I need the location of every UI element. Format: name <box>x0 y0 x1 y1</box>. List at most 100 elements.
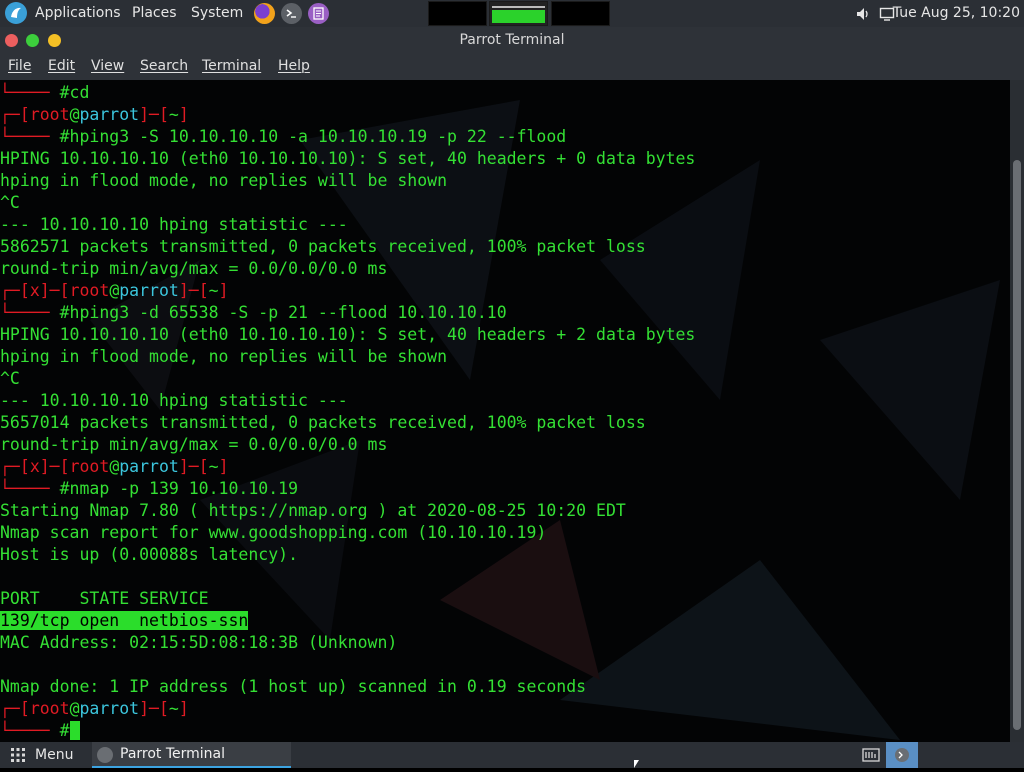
volume-icon[interactable] <box>855 6 871 22</box>
terminal-icon[interactable] <box>281 3 302 24</box>
terminal-line: └──── #hping3 -d 65538 -S -p 21 --flood … <box>0 302 1010 324</box>
firefox-icon[interactable] <box>254 3 275 24</box>
terminal-line: └──── #nmap -p 139 10.10.10.19 <box>0 478 1010 500</box>
prompt-user: root <box>69 281 110 300</box>
terminal-line: ┌─[x]─[root@parrot]─[~] <box>0 456 1010 478</box>
output-text: hping in flood mode, no replies will be … <box>0 347 448 366</box>
terminal-line: MAC Address: 02:15:5D:08:18:3B (Unknown) <box>0 632 1010 654</box>
command-text: hping3 -d 65538 -S -p 21 --flood 10.10.1… <box>69 303 507 322</box>
prompt-bracket: [ <box>59 281 70 300</box>
output-text: --- 10.10.10.10 hping statistic --- <box>0 391 348 410</box>
menu-edit[interactable]: Edit <box>48 58 75 74</box>
text-editor-icon[interactable] <box>308 3 329 24</box>
terminal-line: ┌─[root@parrot]─[~] <box>0 104 1010 126</box>
output-text: MAC Address: 02:15:5D:08:18:3B (Unknown) <box>0 633 398 652</box>
output-text: round-trip min/avg/max = 0.0/0.0/0.0 ms <box>0 435 388 454</box>
prompt-arrow: └──── <box>0 127 60 146</box>
terminal-scrollbar[interactable] <box>1010 80 1024 742</box>
prompt-corner: ┌─ <box>0 457 20 476</box>
parrot-logo-icon[interactable] <box>5 2 27 24</box>
output-text: Host is up (0.00088s latency). <box>0 545 299 564</box>
terminal-line: ┌─[root@parrot]─[~] <box>0 698 1010 720</box>
output-text: hping in flood mode, no replies will be … <box>0 171 448 190</box>
system-menu[interactable]: System <box>191 0 243 27</box>
terminal-lines: └──── #cd ┌─[root@parrot]─[~] └──── #hping… <box>0 82 1010 742</box>
terminal-output[interactable]: └──── #cd ┌─[root@parrot]─[~] └──── #hping… <box>0 80 1010 742</box>
scrollbar-thumb[interactable] <box>1013 160 1021 730</box>
terminal-line: hping in flood mode, no replies will be … <box>0 346 1010 368</box>
text-cursor <box>69 721 80 740</box>
prompt-arrow: └──── <box>0 479 60 498</box>
prompt-bracket: ]─[ <box>139 105 169 124</box>
terminal-line: --- 10.10.10.10 hping statistic --- <box>0 390 1010 412</box>
prompt-user: root <box>69 457 110 476</box>
prompt-dir: ~ <box>208 457 219 476</box>
prompt-host: parrot <box>79 699 140 718</box>
terminal-line: ^C <box>0 192 1010 214</box>
command-text: nmap -p 139 10.10.10.19 <box>69 479 299 498</box>
output-text: ^C <box>0 193 20 212</box>
menu-view[interactable]: View <box>91 58 124 74</box>
prompt-at: @ <box>109 457 120 476</box>
prompt-hash: # <box>59 83 70 102</box>
prompt-arrow: └──── <box>0 303 60 322</box>
menu-help[interactable]: Help <box>278 58 310 74</box>
output-text: --- 10.10.10.10 hping statistic --- <box>0 215 348 234</box>
start-menu-button[interactable]: Menu <box>35 742 73 768</box>
workspace-1[interactable] <box>428 1 487 26</box>
prompt-at: @ <box>69 105 80 124</box>
terminal-line: round-trip min/avg/max = 0.0/0.0/0.0 ms <box>0 258 1010 280</box>
places-menu[interactable]: Places <box>132 0 177 27</box>
clock[interactable]: Tue Aug 25, 10:20 <box>893 0 1020 27</box>
output-text: Nmap scan report for www.goodshopping.co… <box>0 523 547 542</box>
terminal-line: Host is up (0.00088s latency). <box>0 544 1010 566</box>
menu-terminal[interactable]: Terminal <box>202 58 261 74</box>
prompt-host: parrot <box>119 281 179 300</box>
prompt-bracket: ]─ <box>39 457 60 476</box>
applications-menu[interactable]: Applications <box>35 0 121 27</box>
prompt-error-mark: x <box>29 457 40 476</box>
menu-file[interactable]: File <box>8 58 31 74</box>
command-text: cd <box>69 83 90 102</box>
show-desktop-button[interactable] <box>886 742 918 768</box>
output-text: 5862571 packets transmitted, 0 packets r… <box>0 237 646 256</box>
workspace-3[interactable] <box>551 1 610 26</box>
top-panel: Applications Places System Tue Aug 25, 1… <box>0 0 1024 27</box>
prompt-arrow: └──── <box>0 721 60 740</box>
terminal-line: └──── # <box>0 720 1010 742</box>
terminal-line: round-trip min/avg/max = 0.0/0.0/0.0 ms <box>0 434 1010 456</box>
highlighted-output: 139/tcp open netbios-ssn <box>0 611 249 630</box>
taskbar-item-parrot-terminal[interactable]: Parrot Terminal <box>92 742 291 768</box>
prompt-bracket: [ <box>19 457 30 476</box>
prompt-at: @ <box>109 281 120 300</box>
prompt-dir: ~ <box>168 105 179 124</box>
menu-grid-icon[interactable] <box>10 747 26 763</box>
terminal-task-icon <box>97 747 113 763</box>
workspace-2[interactable] <box>489 1 548 26</box>
output-text: HPING 10.10.10.10 (eth0 10.10.10.10): S … <box>0 325 696 344</box>
prompt-at: @ <box>69 699 80 718</box>
taskbar-item-label: Parrot Terminal <box>120 746 226 762</box>
prompt-bracket: ] <box>218 457 229 476</box>
terminal-line: └──── #hping3 -S 10.10.10.10 -a 10.10.10… <box>0 126 1010 148</box>
prompt-host: parrot <box>119 457 179 476</box>
terminal-line: PORT STATE SERVICE <box>0 588 1010 610</box>
prompt-bracket: [ <box>19 105 30 124</box>
menu-search[interactable]: Search <box>140 58 188 74</box>
prompt-user: root <box>29 105 70 124</box>
prompt-bracket: ]─ <box>39 281 60 300</box>
terminal-line: Nmap scan report for www.goodshopping.co… <box>0 522 1010 544</box>
output-text: round-trip min/avg/max = 0.0/0.0/0.0 ms <box>0 259 388 278</box>
prompt-error-mark: x <box>29 281 40 300</box>
bottom-panel: Menu Parrot Terminal <box>0 742 1024 768</box>
terminal-line: └──── #cd <box>0 82 1010 104</box>
prompt-host: parrot <box>79 105 140 124</box>
prompt-bracket: ]─[ <box>178 281 209 300</box>
output-text: Nmap done: 1 IP address (1 host up) scan… <box>0 677 587 696</box>
network-icon[interactable] <box>862 747 880 763</box>
prompt-dir: ~ <box>208 281 219 300</box>
prompt-bracket: ]─[ <box>139 699 169 718</box>
prompt-hash: # <box>59 479 70 498</box>
terminal-line: HPING 10.10.10.10 (eth0 10.10.10.10): S … <box>0 324 1010 346</box>
output-text: HPING 10.10.10.10 (eth0 10.10.10.10): S … <box>0 149 696 168</box>
